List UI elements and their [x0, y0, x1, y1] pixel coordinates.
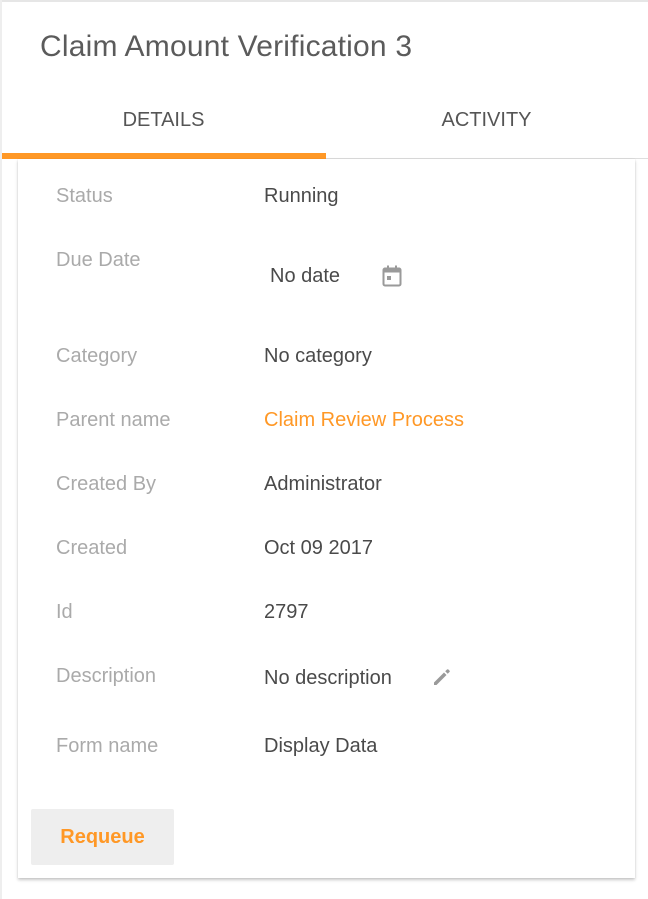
- due-date-value[interactable]: No date: [270, 265, 340, 288]
- due-date-label: Due Date: [56, 249, 141, 271]
- pencil-icon[interactable]: [432, 667, 452, 692]
- top-border: [0, 0, 648, 2]
- created-by-label: Created By: [56, 473, 157, 495]
- created-label: Created: [56, 537, 128, 559]
- tab-activity[interactable]: ACTIVITY: [325, 90, 648, 159]
- tab-details[interactable]: DETAILS: [2, 90, 325, 159]
- status-value: Running: [264, 185, 339, 207]
- created-value: Oct 09 2017: [264, 537, 373, 559]
- category-value: No category: [264, 345, 372, 367]
- requeue-button[interactable]: Requeue: [31, 809, 174, 865]
- details-card: Status Running Due Date No date Category…: [18, 159, 635, 878]
- form-name-value: Display Data: [264, 735, 378, 757]
- description-value[interactable]: No description: [264, 667, 392, 690]
- parent-name-label: Parent name: [56, 409, 171, 431]
- parent-name-link[interactable]: Claim Review Process: [264, 409, 464, 432]
- id-label: Id: [56, 601, 73, 623]
- description-label: Description: [56, 665, 157, 687]
- id-value: 2797: [264, 601, 309, 623]
- category-label: Category: [56, 345, 138, 367]
- status-label: Status: [56, 185, 113, 207]
- tab-bar: DETAILS ACTIVITY: [2, 90, 648, 159]
- created-by-value: Administrator: [264, 473, 382, 495]
- page-title: Claim Amount Verification 3: [40, 30, 413, 63]
- calendar-icon[interactable]: [382, 265, 402, 292]
- form-name-label: Form name: [56, 735, 159, 757]
